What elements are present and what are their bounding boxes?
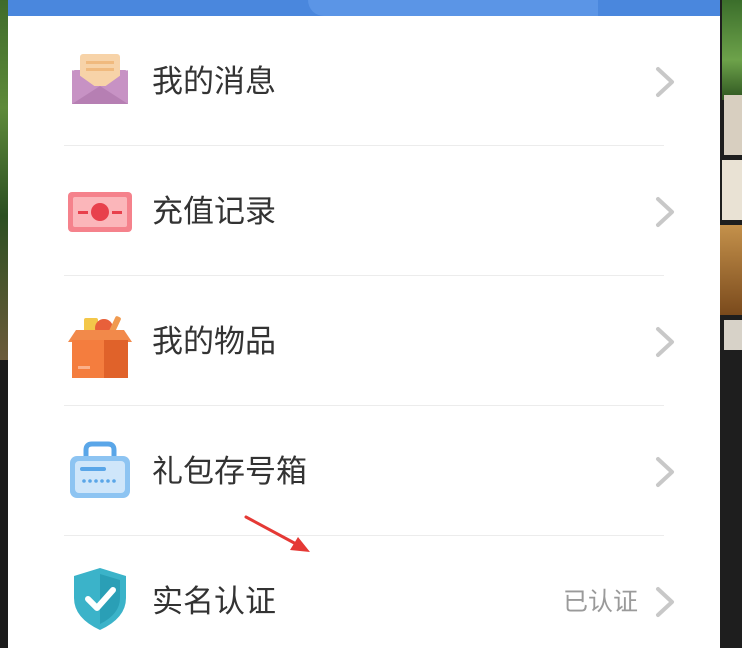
panel-header-strip <box>8 0 720 16</box>
chevron-right-icon <box>650 582 680 622</box>
chevron-right-icon <box>650 192 680 232</box>
menu-item-messages[interactable]: 我的消息 <box>8 16 720 146</box>
background-card <box>720 225 742 315</box>
menu-item-label: 礼包存号箱 <box>152 454 307 490</box>
background-card <box>724 95 742 155</box>
gift-box-case-icon <box>66 436 134 504</box>
background-card <box>724 320 742 350</box>
ticket-icon <box>66 178 134 246</box>
background-foliage <box>722 0 742 100</box>
menu-item-label: 实名认证 <box>152 584 276 620</box>
annotation-arrow-icon <box>244 515 310 552</box>
menu-item-recharge-history[interactable]: 充值记录 <box>8 146 720 276</box>
background-game-art-left <box>0 0 8 360</box>
chevron-right-icon <box>650 322 680 362</box>
envelope-icon <box>66 46 134 114</box>
menu-item-my-items[interactable]: 我的物品 <box>8 276 720 406</box>
background-game-art-right <box>720 0 742 648</box>
shield-check-icon <box>66 566 134 634</box>
verified-status: 已认证 <box>562 587 638 616</box>
background-card <box>722 160 742 220</box>
menu-panel: 我的消息 充值记录 我的物品 礼包存号箱 实名认证 已认证 <box>8 0 720 648</box>
menu-item-label: 充值记录 <box>152 194 276 230</box>
menu-item-gift-code-box[interactable]: 礼包存号箱 <box>8 406 720 536</box>
chevron-right-icon <box>650 62 680 102</box>
background-dark-left <box>0 360 8 648</box>
menu-item-label: 我的物品 <box>152 324 276 360</box>
header-sheen <box>308 0 598 16</box>
menu-item-real-name-verification[interactable]: 实名认证 已认证 <box>8 536 720 648</box>
chevron-right-icon <box>650 452 680 492</box>
box-icon <box>66 314 134 382</box>
menu-item-label: 我的消息 <box>152 64 276 100</box>
